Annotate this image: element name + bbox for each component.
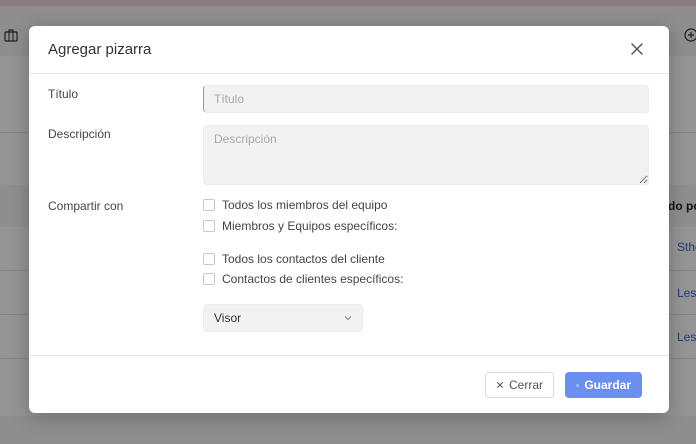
close-icon[interactable] [629,41,645,57]
check-circle-icon [576,383,580,387]
title-input[interactable] [203,85,649,113]
specific-members-checkbox[interactable] [203,220,215,232]
close-button[interactable]: Cerrar [485,372,554,398]
specific-client-contacts-checkbox[interactable] [203,273,215,285]
save-button[interactable]: Guardar [565,372,642,398]
permission-select[interactable]: Visor [203,304,363,332]
all-team-label[interactable]: Todos los miembros del equipo [222,198,387,212]
description-textarea[interactable] [203,125,649,185]
add-whiteboard-dialog: Agregar pizarra Título Descripción Compa… [29,26,669,413]
share-option-specific-client-contacts[interactable]: Contactos de clientes específicos: [203,272,403,286]
all-client-contacts-checkbox[interactable] [203,253,215,265]
description-label: Descripción [48,127,111,141]
permission-select-value: Visor [214,311,242,325]
share-option-specific-members[interactable]: Miembros y Equipos específicos: [203,219,397,233]
all-client-contacts-label[interactable]: Todos los contactos del cliente [222,252,385,266]
title-label: Título [48,87,79,101]
share-option-all-team[interactable]: Todos los miembros del equipo [203,198,387,212]
modal-title: Agregar pizarra [48,41,152,58]
specific-members-label[interactable]: Miembros y Equipos específicos: [222,219,397,233]
specific-client-contacts-label[interactable]: Contactos de clientes específicos: [222,272,403,286]
close-button-label: Cerrar [508,378,543,392]
save-button-label: Guardar [584,378,631,392]
close-icon [497,382,503,388]
modal-header: Agregar pizarra [29,26,669,74]
share-option-all-client-contacts[interactable]: Todos los contactos del cliente [203,252,385,266]
chevron-down-icon [344,316,352,321]
share-with-label: Compartir con [48,199,124,213]
all-team-checkbox[interactable] [203,199,215,211]
modal-footer: Cerrar Guardar [29,355,669,413]
